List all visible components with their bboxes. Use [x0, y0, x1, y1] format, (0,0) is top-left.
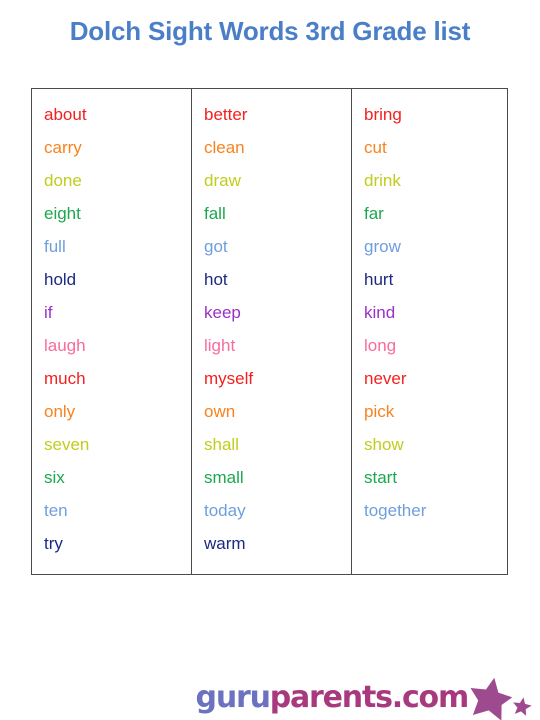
word-item: about [44, 105, 87, 124]
word-item: only [44, 402, 76, 421]
word-item: together [364, 501, 427, 520]
word-item: clean [204, 138, 245, 157]
star-large-icon [470, 677, 512, 720]
word-item: hurt [364, 270, 394, 289]
word-item: small [204, 468, 244, 487]
word-item: grow [364, 237, 401, 256]
star-small-icon [513, 697, 532, 716]
word-item: long [364, 336, 397, 355]
word-item: warm [204, 534, 246, 553]
word-column-1: about carry done eight full hold if laugh much on… [32, 89, 191, 574]
logo-text-parents: parents.com [269, 680, 469, 715]
page-title: Dolch Sight Words 3rd Grade list [69, 16, 471, 46]
word-column-2: better clean draw fall got hot keep light myself… [191, 89, 351, 574]
guruparents-wordmark: guruparents.com [195, 680, 470, 715]
word-item: drink [364, 171, 401, 190]
word-item: never [364, 369, 407, 388]
footer-logo[interactable]: guruparents.com [0, 676, 540, 720]
word-item: myself [204, 369, 254, 388]
word-item: draw [204, 171, 241, 190]
word-item: eight [44, 204, 81, 223]
word-item: far [364, 204, 384, 223]
word-item: shall [204, 435, 239, 454]
word-item: carry [44, 138, 82, 157]
word-item: show [364, 435, 404, 454]
word-item: better [204, 105, 248, 124]
word-column-3: bring cut drink far grow hurt kind long never pic… [351, 89, 507, 574]
word-item: fall [204, 204, 226, 223]
word-item: start [364, 468, 398, 487]
word-item: got [204, 237, 228, 256]
word-item: pick [364, 402, 395, 421]
word-item: bring [364, 105, 402, 124]
word-item: today [204, 501, 246, 520]
word-item: six [44, 468, 65, 487]
word-item: kind [364, 303, 396, 322]
word-item: cut [364, 138, 387, 157]
word-item: done [44, 171, 82, 190]
word-item: seven [44, 435, 90, 454]
word-item: own [204, 402, 236, 421]
logo-text-guru: guru [195, 680, 271, 715]
word-item: hot [204, 270, 228, 289]
word-item: ten [44, 501, 68, 520]
word-item: laugh [44, 336, 86, 355]
word-item: light [204, 336, 236, 355]
word-item: hold [44, 270, 77, 289]
word-item: full [44, 237, 66, 256]
word-list-table: about carry done eight full hold if laugh much on… [31, 88, 508, 575]
word-item: try [44, 534, 63, 553]
word-item: keep [204, 303, 241, 322]
word-item: if [44, 303, 53, 322]
word-item: much [44, 369, 86, 388]
